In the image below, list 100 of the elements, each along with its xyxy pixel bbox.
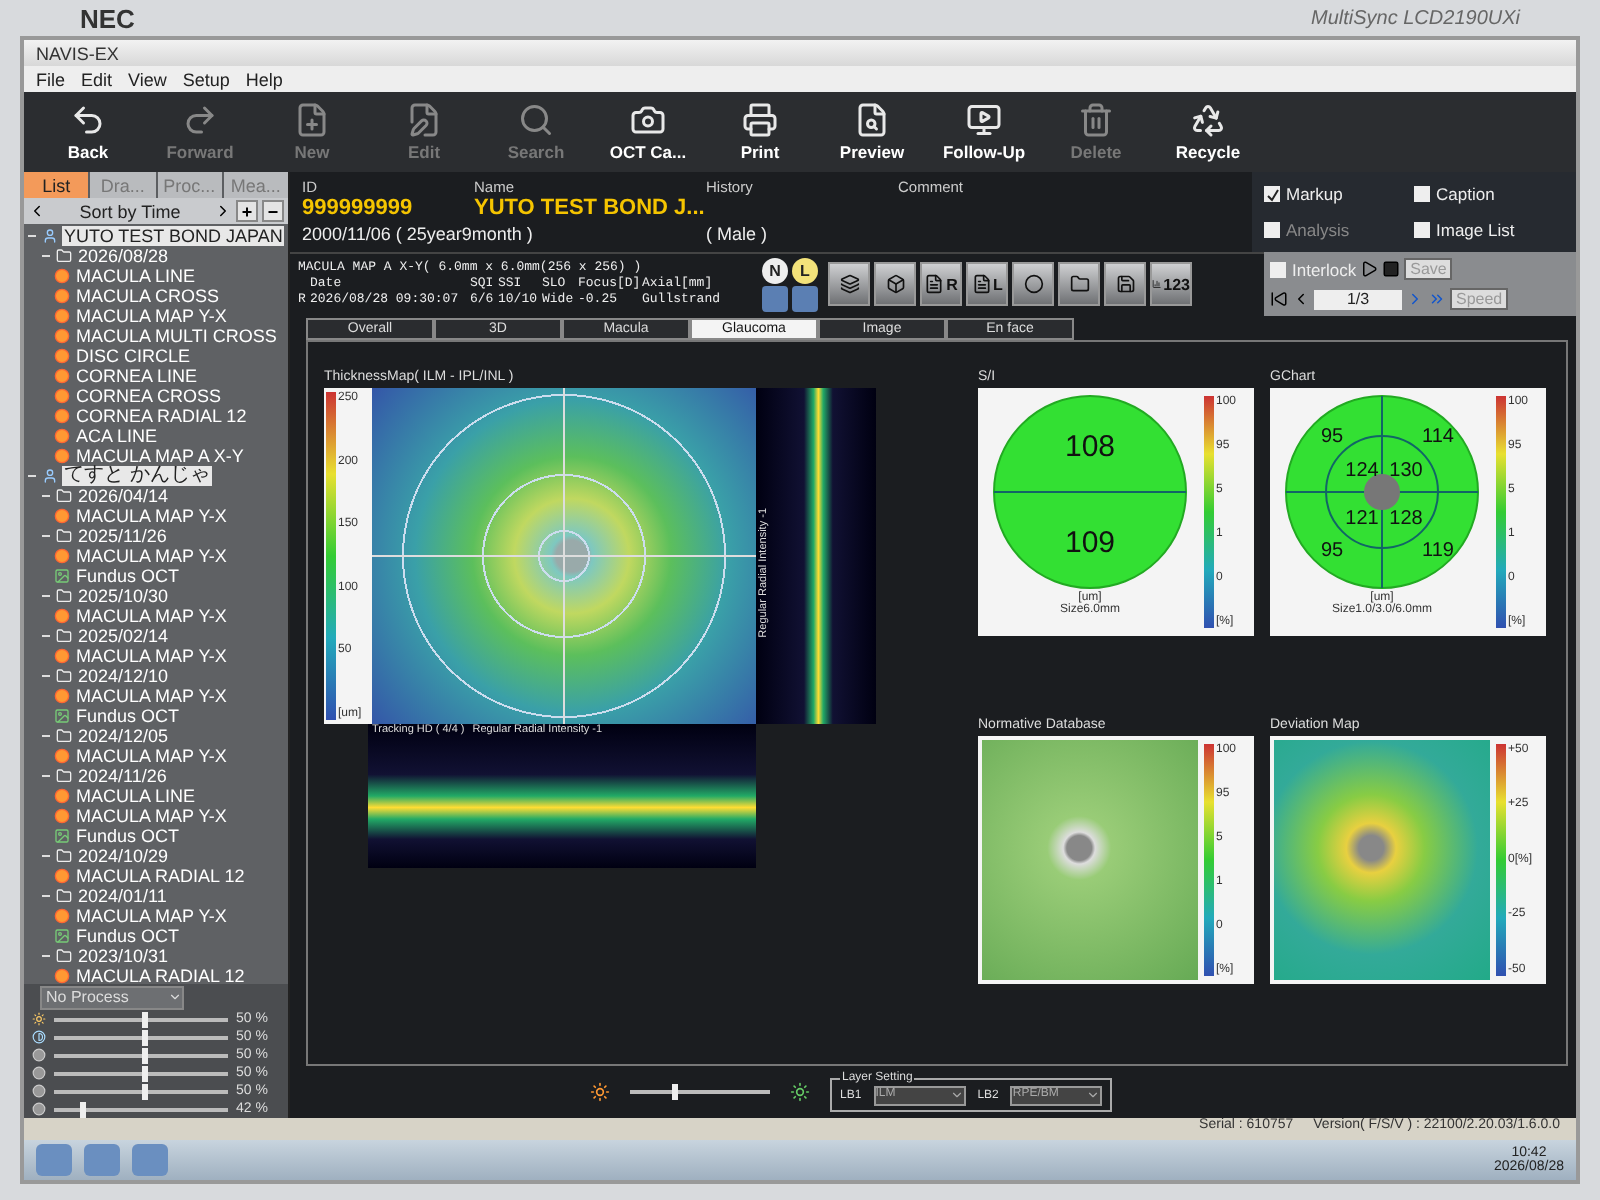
tree-item[interactable]: MACULA MAP Y-X (74, 906, 229, 926)
slider-thumb[interactable] (80, 1101, 87, 1117)
tree-item[interactable]: MACULA MULTI CROSS (74, 326, 279, 346)
tree-item[interactable]: MACULA LINE (74, 266, 198, 286)
stop-icon[interactable] (1382, 260, 1401, 278)
tree-item[interactable]: DISC CIRCLE (74, 346, 193, 366)
next-icon[interactable] (214, 202, 232, 220)
tool-button[interactable]: R (920, 262, 962, 306)
save-icon (1115, 274, 1135, 294)
preview-icon (854, 102, 890, 138)
tree-item[interactable]: 2024/10/29 (76, 846, 171, 866)
checkbox[interactable]: Caption (1414, 184, 1564, 204)
scan-icon (54, 508, 70, 524)
remove-button[interactable]: − (262, 200, 284, 222)
trash-icon (1078, 102, 1114, 138)
tree-item[interactable]: MACULA MAP Y-X (74, 686, 229, 706)
folder-icon (56, 248, 72, 264)
add-button[interactable]: + (236, 200, 258, 222)
sidebar-tab[interactable]: List (24, 172, 89, 198)
forward-icon (182, 102, 218, 138)
tree-item[interactable]: CORNEA RADIAL 12 (74, 406, 249, 426)
tree-item[interactable]: Fundus OCT (74, 566, 182, 586)
checkbox[interactable]: Markup (1264, 184, 1414, 204)
process-dropdown[interactable]: No Process (40, 985, 184, 1009)
tool-button[interactable] (828, 262, 870, 306)
folder-icon (56, 668, 72, 684)
slider-thumb[interactable] (141, 1083, 147, 1099)
collapse-icon (40, 670, 52, 682)
tree-item[interactable]: 2026/04/14 (76, 486, 171, 506)
monitor-brand: NEC (80, 3, 135, 33)
play-icon[interactable] (1360, 260, 1379, 278)
slider-thumb[interactable] (141, 1047, 147, 1063)
tree-item[interactable]: MACULA RADIAL 12 (74, 966, 247, 984)
tree-item[interactable]: MACULA MAP Y-X (74, 306, 229, 326)
tree-item[interactable]: MACULA CROSS (74, 286, 222, 306)
tool-button[interactable] (1104, 262, 1146, 306)
tree-item[interactable]: MACULA MAP Y-X (74, 806, 229, 826)
slider-thumb[interactable] (672, 1084, 678, 1100)
tree-item[interactable]: 2025/02/14 (76, 626, 171, 646)
tree-item[interactable]: 2024/01/11 (76, 886, 169, 906)
previous-icon[interactable] (28, 202, 46, 220)
scan-icon (54, 868, 70, 884)
sort-label: Sort by Time (77, 201, 183, 221)
tree-item[interactable]: CORNEA CROSS (74, 386, 224, 406)
tree-item[interactable]: てすと かんじゃ (62, 466, 212, 486)
tree-item[interactable]: MACULA MAP Y-X (74, 546, 229, 566)
tree-item[interactable]: YUTO TEST BOND JAPAN (62, 226, 285, 246)
tree-item[interactable]: 2023/10/31 (76, 946, 171, 966)
tree-item[interactable]: MACULA RADIAL 12 (74, 866, 247, 886)
eye-toggle[interactable]: L (792, 257, 818, 283)
tool-button[interactable] (1058, 262, 1100, 306)
tree-item[interactable]: 2026/08/28 (76, 246, 171, 266)
tool-button[interactable] (1012, 262, 1054, 306)
tree-item[interactable]: 2024/12/05 (76, 726, 171, 746)
tree-item[interactable]: MACULA MAP Y-X (74, 746, 229, 766)
menu-item[interactable]: Setup (182, 69, 230, 89)
tree-item[interactable]: MACULA LINE (74, 786, 198, 806)
scan-icon (54, 648, 70, 664)
tree-item[interactable]: Fundus OCT (74, 706, 182, 726)
menu-item[interactable]: Edit (81, 69, 113, 89)
tree-item[interactable]: 2024/11/26 (76, 766, 169, 786)
scan-icon (54, 968, 70, 984)
toolbar-button[interactable]: OCT Ca... (592, 92, 704, 172)
tree-item[interactable]: ACA LINE (74, 426, 160, 446)
collapse-icon (40, 730, 52, 742)
tree-item[interactable]: 2024/12/10 (76, 666, 171, 686)
tool-button[interactable]: L (966, 262, 1008, 306)
slider-thumb[interactable] (141, 1029, 147, 1045)
tree-item[interactable]: 2025/11/26 (76, 526, 169, 546)
toolbar-button[interactable]: Preview (816, 92, 928, 172)
toolbar-button[interactable]: Follow-Up (928, 92, 1040, 172)
new-file-icon (294, 102, 330, 138)
collapse-icon (40, 850, 52, 862)
tree-item[interactable]: MACULA MAP A X-Y (74, 446, 246, 466)
checkbox[interactable]: Image List (1414, 220, 1564, 240)
monitor-model: MultiSync LCD2190UXi (1311, 7, 1520, 29)
previous-icon[interactable] (1292, 290, 1310, 308)
slider-thumb[interactable] (141, 1011, 147, 1027)
tool-button[interactable] (874, 262, 916, 306)
menu-item[interactable]: File (36, 69, 66, 89)
tree-item[interactable]: CORNEA LINE (74, 366, 200, 386)
tree-item[interactable]: MACULA MAP Y-X (74, 506, 229, 526)
tree-item[interactable]: MACULA MAP Y-X (74, 606, 229, 626)
folder-icon (1069, 274, 1089, 294)
tree-item[interactable]: 2025/10/30 (76, 586, 171, 606)
toolbar-button[interactable]: Back (32, 92, 144, 172)
eye-toggle[interactable]: N (762, 257, 788, 283)
first-icon[interactable] (1270, 290, 1288, 308)
menu-item[interactable]: Help (245, 69, 283, 89)
toolbar-button[interactable]: Print (704, 92, 816, 172)
folder-icon (56, 768, 72, 784)
tool-button[interactable]: 123 (1150, 262, 1192, 306)
tree-item[interactable]: Fundus OCT (74, 926, 182, 946)
slider-thumb[interactable] (141, 1065, 147, 1081)
scan-icon (54, 748, 70, 764)
folder-icon (56, 588, 72, 604)
tree-item[interactable]: Fundus OCT (74, 826, 182, 846)
tree-item[interactable]: MACULA MAP Y-X (74, 646, 229, 666)
menu-item[interactable]: View (128, 69, 167, 89)
toolbar-button[interactable]: Recycle (1152, 92, 1264, 172)
